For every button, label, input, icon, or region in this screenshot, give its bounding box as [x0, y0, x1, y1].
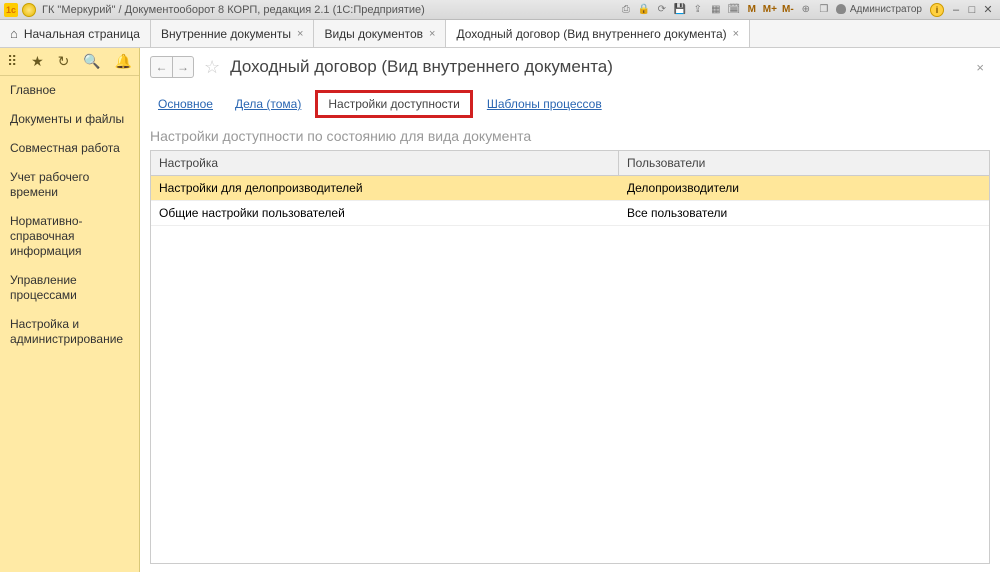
save-icon[interactable]: 💾 [672, 3, 688, 17]
sidebar-toolbar: ⠿ ★ ↻ 🔍 🔔 [0, 48, 139, 76]
window-title: ГК "Меркурий" / Документооборот 8 КОРП, … [42, 4, 616, 16]
app-logo-icon: 1c [4, 3, 18, 17]
m-plus-button[interactable]: M+ [762, 3, 778, 17]
sidebar-item-collab[interactable]: Совместная работа [0, 134, 139, 163]
current-user-label[interactable]: Администратор [836, 4, 922, 15]
close-button[interactable]: ✕ [980, 3, 996, 16]
sidebar-item-processes[interactable]: Управление процессами [0, 266, 139, 310]
settings-table: Настройка Пользователи Настройки для дел… [150, 150, 990, 564]
history-icon[interactable]: ↻ [58, 53, 70, 70]
minimize-button[interactable]: – [948, 4, 964, 16]
home-icon: ⌂ [10, 26, 18, 41]
tab-start-page[interactable]: ⌂ Начальная страница [0, 20, 151, 47]
col-header-setting[interactable]: Настройка [151, 151, 619, 175]
tab-label: Внутренние документы [161, 27, 291, 41]
sidebar-item-main[interactable]: Главное [0, 76, 139, 105]
tab-close-icon[interactable]: × [733, 28, 739, 40]
system-menu-icon[interactable] [22, 3, 36, 17]
back-button[interactable]: ← [150, 56, 172, 78]
lock-icon[interactable]: 🔒 [636, 3, 652, 17]
subtab-volumes[interactable]: Дела (тома) [227, 93, 309, 115]
sidebar: ⠿ ★ ↻ 🔍 🔔 Главное Документы и файлы Совм… [0, 48, 140, 572]
window-titlebar: 1c ГК "Меркурий" / Документооборот 8 КОР… [0, 0, 1000, 20]
subtab-process-templates[interactable]: Шаблоны процессов [479, 93, 610, 115]
sidebar-item-reference[interactable]: Нормативно-справочная информация [0, 207, 139, 266]
print-icon[interactable]: ⎙ [618, 3, 634, 17]
forward-button[interactable]: → [172, 56, 194, 78]
subtab-main[interactable]: Основное [150, 93, 221, 115]
table-body: Настройки для делопроизводителей Делопро… [151, 176, 989, 563]
info-icon[interactable]: i [930, 3, 944, 17]
grid-icon[interactable]: ▦ [708, 3, 724, 17]
sidebar-item-documents[interactable]: Документы и файлы [0, 105, 139, 134]
favorite-star-icon[interactable]: ☆ [204, 57, 220, 78]
refresh-icon[interactable]: ⟳ [654, 3, 670, 17]
cell-users: Все пользователи [619, 201, 989, 225]
export-icon[interactable]: ⇪ [690, 3, 706, 17]
main-content: ← → ☆ Доходный договор (Вид внутреннего … [140, 48, 1000, 572]
close-page-button[interactable]: × [970, 57, 990, 78]
menu-icon[interactable]: ⠿ [7, 53, 17, 70]
tab-close-icon[interactable]: × [429, 28, 435, 40]
col-header-users[interactable]: Пользователи [619, 151, 989, 175]
sidebar-item-timesheet[interactable]: Учет рабочего времени [0, 163, 139, 207]
tab-label: Начальная страница [24, 27, 140, 41]
sidebar-item-admin[interactable]: Настройка и администрирование [0, 310, 139, 354]
section-title: Настройки доступности по состоянию для в… [150, 128, 990, 144]
table-row[interactable]: Настройки для делопроизводителей Делопро… [151, 176, 989, 201]
table-header: Настройка Пользователи [151, 151, 989, 176]
cell-setting: Общие настройки пользователей [151, 201, 619, 225]
tab-document-types[interactable]: Виды документов × [314, 20, 446, 47]
favorites-icon[interactable]: ★ [31, 53, 44, 70]
page-subtabs: Основное Дела (тома) Настройки доступнос… [150, 90, 990, 118]
search-icon[interactable]: 🔍 [83, 53, 100, 70]
zoom-icon[interactable]: ⊕ [798, 3, 814, 17]
page-header: ← → ☆ Доходный договор (Вид внутреннего … [150, 56, 990, 78]
tab-label: Виды документов [324, 27, 423, 41]
windows-icon[interactable]: ❐ [816, 3, 832, 17]
document-tabs: ⌂ Начальная страница Внутренние документ… [0, 20, 1000, 48]
tab-internal-documents[interactable]: Внутренние документы × [151, 20, 314, 47]
cell-users: Делопроизводители [619, 176, 989, 200]
tab-income-contract[interactable]: Доходный договор (Вид внутреннего докуме… [446, 20, 750, 47]
cell-setting: Настройки для делопроизводителей [151, 176, 619, 200]
table-row[interactable]: Общие настройки пользователей Все пользо… [151, 201, 989, 226]
tab-label: Доходный договор (Вид внутреннего докуме… [456, 27, 726, 41]
subtab-access-settings[interactable]: Настройки доступности [315, 90, 472, 118]
m-button[interactable]: M [744, 3, 760, 17]
m-minus-button[interactable]: M- [780, 3, 796, 17]
maximize-button[interactable]: □ [964, 4, 980, 16]
notifications-icon[interactable]: 🔔 [115, 53, 132, 70]
calendar-icon[interactable]: 🗓 [726, 3, 742, 17]
tab-close-icon[interactable]: × [297, 28, 303, 40]
page-title: Доходный договор (Вид внутреннего докуме… [230, 57, 613, 77]
